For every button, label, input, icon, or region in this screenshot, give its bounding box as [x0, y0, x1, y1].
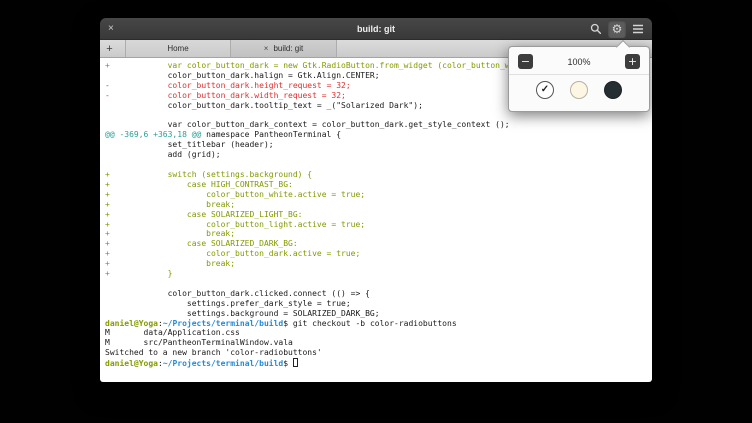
- terminal-text-segment: add (grid);: [105, 150, 221, 159]
- minus-icon: −: [521, 55, 530, 68]
- hamburger-menu-icon: [632, 24, 644, 34]
- terminal-text-segment: + break;: [105, 259, 235, 268]
- theme-options: ✓: [509, 75, 649, 105]
- zoom-level: 100%: [567, 57, 590, 67]
- terminal-line: Switched to a new branch 'color-radiobut…: [105, 348, 652, 358]
- tab-build-git[interactable]: × build: git: [231, 40, 337, 57]
- terminal-text-segment: git checkout -b color-radiobuttons: [293, 319, 457, 328]
- terminal-cursor: [293, 358, 298, 367]
- terminal-text-segment: + }: [105, 269, 172, 278]
- terminal-text-segment: - color_button_dark.width_request = 32;: [105, 91, 346, 100]
- terminal-text-segment: + break;: [105, 200, 235, 209]
- terminal-text-segment: color_button_dark.clicked.connect (() =>…: [105, 289, 370, 298]
- window-close-button[interactable]: ×: [108, 24, 114, 34]
- terminal-text-segment: ~/Projects/terminal/build: [163, 359, 283, 368]
- desktop-background: × build: git ⚙: [0, 0, 752, 423]
- terminal-text-segment: daniel@Yoga: [105, 319, 158, 328]
- terminal-text-segment: + color_button_light.active = true;: [105, 220, 365, 229]
- terminal-line: + color_button_light.active = true;: [105, 220, 652, 230]
- theme-option-solarized-light[interactable]: [570, 81, 588, 99]
- terminal-line: + color_button_white.active = true;: [105, 190, 652, 200]
- headerbar: × build: git ⚙: [100, 18, 652, 40]
- terminal-text-segment: + case HIGH_CONTRAST_BG:: [105, 180, 293, 189]
- terminal-line: @@ -369,6 +363,18 @@ namespace PantheonT…: [105, 130, 652, 140]
- terminal-text-segment: + color_button_dark.active = true;: [105, 249, 360, 258]
- terminal-line: + switch (settings.background) {: [105, 170, 652, 180]
- terminal-line: settings.background = SOLARIZED_DARK_BG;: [105, 309, 652, 319]
- terminal-line: daniel@Yoga:~/Projects/terminal/build$ g…: [105, 319, 652, 329]
- terminal-text-segment: settings.background = SOLARIZED_DARK_BG;: [105, 309, 380, 318]
- zoom-in-button[interactable]: +: [625, 54, 640, 69]
- terminal-line: [105, 160, 652, 170]
- check-icon: ✓: [541, 85, 549, 95]
- terminal-text-segment: namespace PantheonTerminal {: [201, 130, 341, 139]
- terminal-line: + break;: [105, 259, 652, 269]
- terminal-text-segment: color_button_dark.halign = Gtk.Align.CEN…: [105, 71, 380, 80]
- terminal-text-segment: ~/Projects/terminal/build: [163, 319, 283, 328]
- zoom-controls: − 100% +: [509, 47, 649, 74]
- terminal-line: daniel@Yoga:~/Projects/terminal/build$: [105, 358, 652, 369]
- plus-icon: +: [628, 55, 637, 68]
- settings-popover: − 100% + ✓: [508, 46, 650, 112]
- theme-option-high-contrast[interactable]: ✓: [536, 81, 554, 99]
- terminal-text-segment: + switch (settings.background) {: [105, 170, 312, 179]
- new-tab-button[interactable]: +: [100, 40, 119, 57]
- search-button[interactable]: [587, 20, 605, 38]
- terminal-text-segment: M data/Application.css: [105, 328, 240, 337]
- terminal-text-segment: Switched to a new branch 'color-radiobut…: [105, 348, 322, 357]
- terminal-line: + break;: [105, 229, 652, 239]
- tab-home[interactable]: Home: [125, 40, 231, 57]
- terminal-line: + case SOLARIZED_DARK_BG:: [105, 239, 652, 249]
- terminal-line: M src/PantheonTerminalWindow.vala: [105, 338, 652, 348]
- terminal-text-segment: M src/PantheonTerminalWindow.vala: [105, 338, 293, 347]
- terminal-text-segment: + var color_button_dark = new Gtk.RadioB…: [105, 61, 534, 70]
- search-icon: [590, 23, 602, 35]
- headerbar-actions: ⚙: [587, 18, 647, 40]
- tab-label: build: git: [273, 44, 303, 53]
- theme-option-solarized-dark[interactable]: [604, 81, 622, 99]
- zoom-out-button[interactable]: −: [518, 54, 533, 69]
- terminal-line: + case HIGH_CONTRAST_BG:: [105, 180, 652, 190]
- settings-button[interactable]: ⚙: [608, 20, 626, 38]
- terminal-text-segment: + color_button_white.active = true;: [105, 190, 365, 199]
- terminal-line: + break;: [105, 200, 652, 210]
- terminal-text-segment: $: [283, 359, 293, 368]
- terminal-line: M data/Application.css: [105, 328, 652, 338]
- terminal-text-segment: var color_button_dark_context = color_bu…: [105, 120, 510, 129]
- terminal-text-segment: + case SOLARIZED_DARK_BG:: [105, 239, 298, 248]
- terminal-line: [105, 111, 652, 121]
- tab-label: Home: [167, 44, 188, 53]
- terminal-text-segment: set_titlebar (header);: [105, 140, 274, 149]
- terminal-text-segment: + case SOLARIZED_LIGHT_BG:: [105, 210, 302, 219]
- terminal-text-segment: color_button_dark.tooltip_text = _("Sola…: [105, 101, 423, 110]
- window-title: build: git: [100, 24, 652, 34]
- terminal-line: + case SOLARIZED_LIGHT_BG:: [105, 210, 652, 220]
- terminal-text-segment: - color_button_dark.height_request = 32;: [105, 81, 351, 90]
- terminal-line: settings.prefer_dark_style = true;: [105, 299, 652, 309]
- terminal-line: [105, 279, 652, 289]
- menu-button[interactable]: [629, 20, 647, 38]
- terminal-text-segment: + break;: [105, 229, 235, 238]
- gear-icon: ⚙: [612, 23, 623, 35]
- terminal-text-segment: settings.prefer_dark_style = true;: [105, 299, 351, 308]
- tab-list: Home × build: git: [125, 40, 337, 57]
- terminal-line: + }: [105, 269, 652, 279]
- terminal-line: set_titlebar (header);: [105, 140, 652, 150]
- terminal-line: color_button_dark.clicked.connect (() =>…: [105, 289, 652, 299]
- tab-close-icon[interactable]: ×: [264, 45, 269, 53]
- terminal-text-segment: $: [283, 319, 293, 328]
- terminal-text-segment: @@ -369,6 +363,18 @@: [105, 130, 201, 139]
- terminal-line: var color_button_dark_context = color_bu…: [105, 120, 652, 130]
- terminal-line: add (grid);: [105, 150, 652, 160]
- terminal-text-segment: daniel@Yoga: [105, 359, 158, 368]
- terminal-line: + color_button_dark.active = true;: [105, 249, 652, 259]
